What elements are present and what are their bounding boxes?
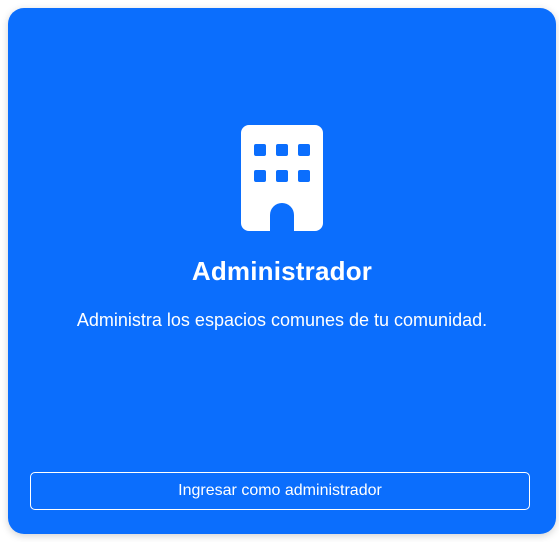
admin-role-card: Administrador Administra los espacios co… [8, 8, 556, 534]
card-hero: Administrador Administra los espacios co… [8, 8, 556, 368]
login-as-admin-button-label: Ingresar como administrador [178, 482, 382, 499]
login-as-admin-button[interactable]: Ingresar como administrador [30, 472, 530, 510]
card-description: Administra los espacios comunes de tu co… [76, 310, 488, 330]
building-icon [241, 125, 323, 231]
card-title: Administrador [191, 256, 373, 286]
